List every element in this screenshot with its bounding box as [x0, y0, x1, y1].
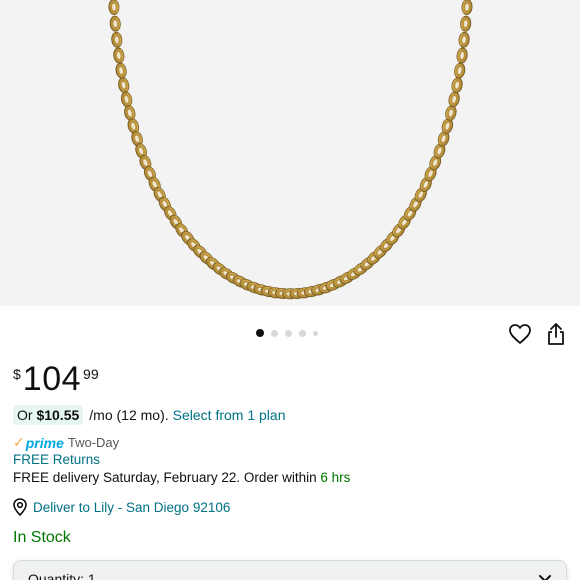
deliver-to-label: Deliver to Lily - San Diego 92106: [33, 499, 231, 515]
installment-offer: Or $10.55 /mo (12 mo). Select from 1 pla…: [13, 405, 285, 425]
chain-link: [461, 0, 473, 16]
chain-link: [451, 77, 463, 94]
favorite-button[interactable]: [508, 323, 532, 345]
carousel-dot-5[interactable]: [313, 330, 318, 336]
chain-link: [458, 31, 470, 48]
stock-status: In Stock: [13, 529, 71, 546]
share-button[interactable]: [545, 322, 567, 346]
quantity-selector[interactable]: Quantity: 1: [13, 560, 567, 580]
price-currency-symbol: $: [13, 366, 21, 382]
chain-link: [115, 62, 127, 79]
prime-logo: ✓ prime: [13, 434, 64, 451]
chain-link: [118, 77, 130, 94]
chain-link: [120, 91, 133, 108]
chain-link: [460, 15, 472, 32]
prime-label: prime: [25, 434, 64, 451]
image-carousel-dots[interactable]: [256, 329, 318, 337]
chain-link: [448, 91, 460, 108]
select-plan-link[interactable]: Select from 1 plan: [173, 407, 286, 423]
delivery-countdown: 6 hrs: [320, 470, 351, 485]
prime-shipping: ✓ prime Two-Day: [13, 434, 119, 451]
price-whole: 104: [22, 360, 82, 398]
heart-icon: [509, 324, 531, 344]
price-fraction: 99: [83, 366, 99, 382]
product-image[interactable]: [0, 0, 580, 306]
installment-amount: $10.55: [36, 407, 80, 423]
delivery-text: FREE delivery Saturday, February 22. Ord…: [13, 470, 321, 485]
location-pin-icon: [13, 498, 27, 516]
deliver-to-link[interactable]: Deliver to Lily - San Diego 92106: [13, 498, 230, 516]
prime-check-icon: ✓: [13, 434, 25, 450]
installment-badge: Or $10.55: [13, 405, 84, 425]
carousel-dot-3[interactable]: [285, 329, 292, 337]
installment-terms: /mo (12 mo).: [89, 407, 169, 423]
chain-link: [454, 62, 466, 79]
share-icon: [548, 323, 564, 345]
chain-link: [111, 31, 123, 48]
installment-prefix: Or: [17, 407, 37, 423]
shipping-speed: Two-Day: [67, 435, 120, 450]
delivery-estimate: FREE delivery Saturday, February 22. Ord…: [13, 470, 350, 485]
chain-link: [113, 47, 125, 64]
necklace-image: [108, 0, 473, 300]
free-returns-link[interactable]: FREE Returns: [13, 452, 100, 467]
chain-link: [456, 47, 468, 64]
carousel-dot-1[interactable]: [256, 329, 264, 337]
quantity-label: Quantity: 1: [28, 571, 96, 580]
carousel-dot-4[interactable]: [299, 329, 306, 337]
product-price: $ 104 99: [13, 360, 99, 398]
chevron-down-icon: [538, 571, 552, 580]
carousel-dot-2[interactable]: [271, 329, 278, 337]
chain-link: [108, 0, 120, 16]
chain-link: [109, 15, 121, 32]
